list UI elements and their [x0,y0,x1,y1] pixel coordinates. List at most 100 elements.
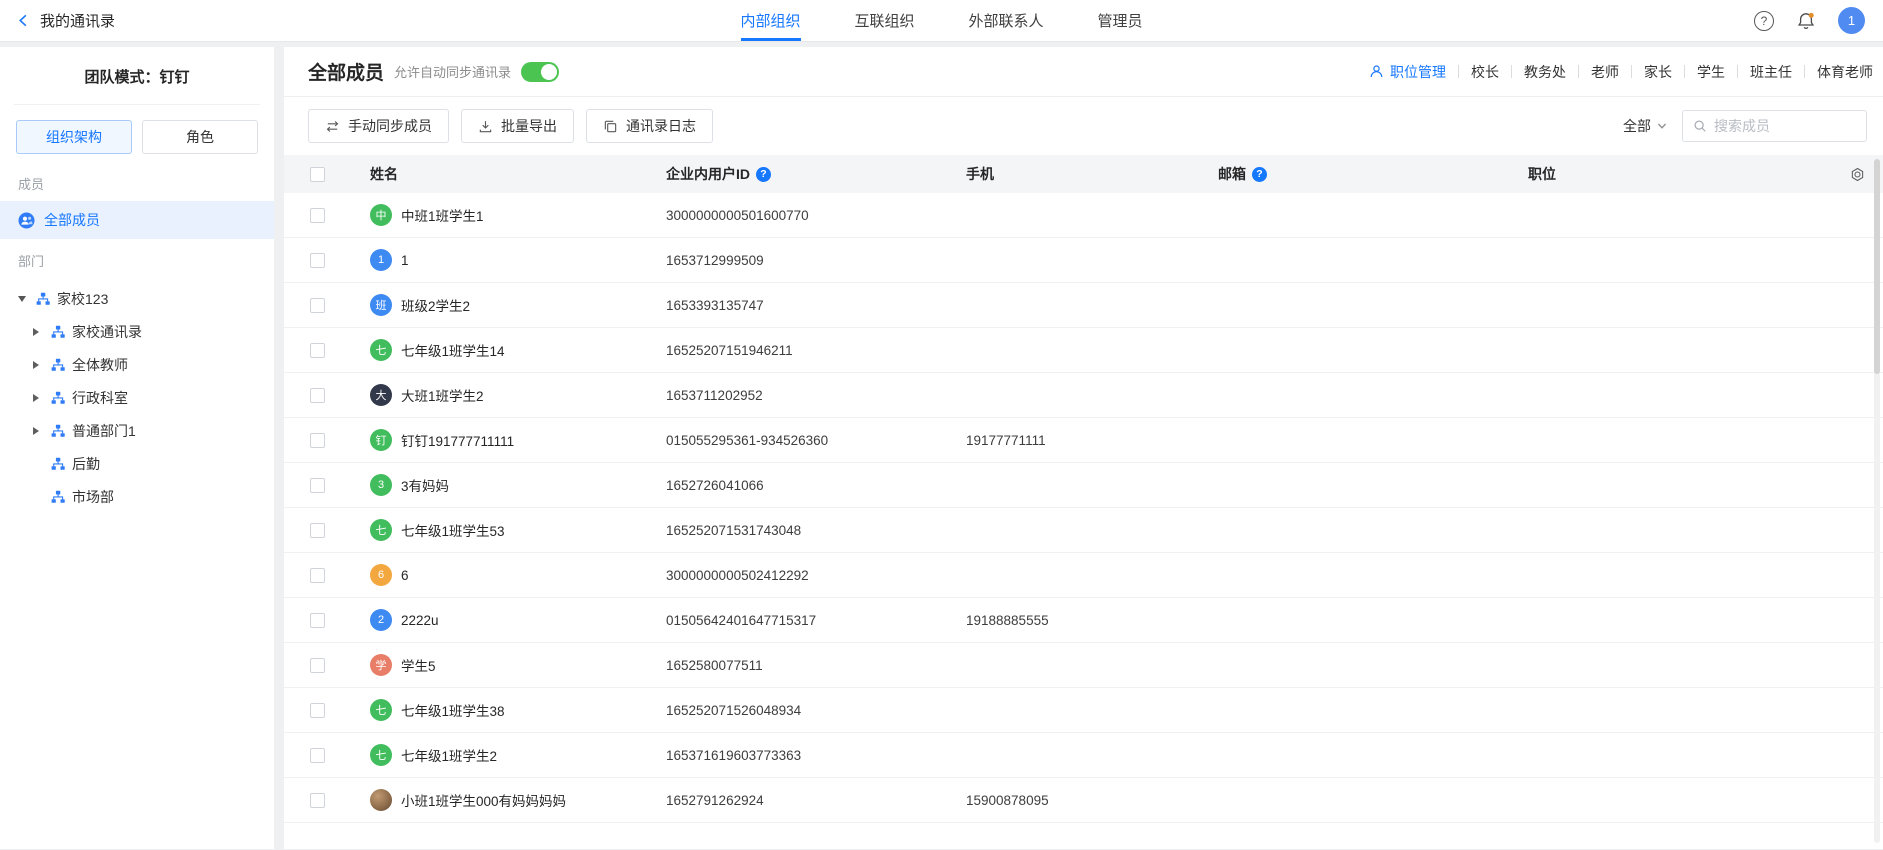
row-checkbox[interactable] [310,613,325,628]
member-row[interactable]: 班班级2学生21653393135747 [284,283,1883,328]
caret-right-icon[interactable] [33,394,48,402]
separator [1578,65,1579,78]
tree-item-6[interactable]: 市场部 [0,480,274,513]
scrollbar-thumb[interactable] [1874,159,1880,374]
role-link-3[interactable]: 家长 [1644,62,1672,82]
member-row[interactable]: 111653712999509 [284,238,1883,283]
member-name[interactable]: 6 [401,568,409,583]
member-row[interactable]: 33有妈妈1652726041066 [284,463,1883,508]
member-row[interactable]: 22222u0150564240164771531719188885555 [284,598,1883,643]
email-help-icon[interactable]: ? [1252,167,1267,182]
userid-help-icon[interactable]: ? [756,167,771,182]
tab-0[interactable]: 内部组织 [740,0,800,41]
member-name[interactable]: 1 [401,253,409,268]
member-row[interactable]: 小班1班学生000有妈妈妈妈165279126292415900878095 [284,778,1883,823]
role-view-button[interactable]: 角色 [142,120,258,154]
members-icon [18,212,35,229]
tree-item-4[interactable]: 普通部门1 [0,414,274,447]
member-row[interactable]: 学学生51652580077511 [284,643,1883,688]
member-name[interactable]: 中班1班学生1 [401,205,484,225]
member-name-cell: 学学生5 [370,654,666,676]
member-name[interactable]: 2222u [401,613,439,628]
toolbar-button-2[interactable]: 通讯录日志 [586,109,713,143]
member-row[interactable]: 663000000000502412292 [284,553,1883,598]
row-checkbox[interactable] [310,523,325,538]
member-name[interactable]: 大班1班学生2 [401,385,484,405]
scope-filter-dropdown[interactable]: 全部 [1623,116,1667,136]
separator [1737,65,1738,78]
role-link-5[interactable]: 班主任 [1750,62,1792,82]
row-checkbox[interactable] [310,253,325,268]
member-row[interactable]: 七七年级1班学生1416525207151946211 [284,328,1883,373]
role-shortcuts: 职位管理 校长 教务处 老师 家长 学生 班主任 体育老师 [1369,62,1873,82]
member-name[interactable]: 七年级1班学生14 [401,340,505,360]
member-name[interactable]: 学生5 [401,655,436,675]
member-row[interactable]: 七七年级1班学生38165252071526048934 [284,688,1883,733]
row-checkbox[interactable] [310,433,325,448]
member-name[interactable]: 钉钉191777711111 [401,430,514,450]
row-checkbox[interactable] [310,658,325,673]
notification-bell-icon[interactable] [1796,11,1816,31]
toolbar-button-label: 手动同步成员 [348,116,432,136]
member-name[interactable]: 小班1班学生000有妈妈妈妈 [401,790,566,810]
caret-right-icon[interactable] [33,328,48,336]
row-check-cell [310,658,370,673]
tree-item-1[interactable]: 家校通讯录 [0,315,274,348]
caret-right-icon[interactable] [33,361,48,369]
row-checkbox[interactable] [310,703,325,718]
caret-right-icon[interactable] [33,427,48,435]
select-all-checkbox[interactable] [310,167,325,182]
tab-3[interactable]: 管理员 [1098,0,1143,41]
row-checkbox[interactable] [310,343,325,358]
tree-item-2[interactable]: 全体教师 [0,348,274,381]
member-row[interactable]: 七七年级1班学生2165371619603773363 [284,733,1883,778]
row-check-cell [310,703,370,718]
member-row[interactable]: 钉钉钉191777711111015055295361-934526360191… [284,418,1883,463]
help-icon[interactable]: ? [1754,11,1774,31]
tree-item-5[interactable]: 后勤 [0,447,274,480]
member-name[interactable]: 七年级1班学生53 [401,520,505,540]
row-checkbox[interactable] [310,793,325,808]
position-manage-link[interactable]: 职位管理 [1369,62,1446,82]
tree-item-label: 行政科室 [72,388,128,408]
member-name[interactable]: 3有妈妈 [401,475,449,495]
member-userid: 015055295361-934526360 [666,433,966,448]
row-checkbox[interactable] [310,478,325,493]
role-link-4[interactable]: 学生 [1697,62,1725,82]
tab-1[interactable]: 互联组织 [854,0,914,41]
user-avatar[interactable]: 1 [1838,7,1865,34]
tab-2[interactable]: 外部联系人 [969,0,1044,41]
member-name[interactable]: 班级2学生2 [401,295,470,315]
row-checkbox[interactable] [310,388,325,403]
team-mode-title: 团队模式：钉钉 [0,47,274,104]
member-row[interactable]: 中中班1班学生13000000000501600770 [284,193,1883,238]
tree-item-0[interactable]: 家校123 [0,282,274,315]
sync-toggle[interactable] [521,62,559,82]
tree-item-3[interactable]: 行政科室 [0,381,274,414]
org-structure-button[interactable]: 组织架构 [16,120,132,154]
role-link-0[interactable]: 校长 [1471,62,1499,82]
back-button[interactable]: 我的通讯录 [0,10,115,31]
row-checkbox[interactable] [310,208,325,223]
toolbar-button-1[interactable]: 批量导出 [461,109,574,143]
row-checkbox[interactable] [310,298,325,313]
row-check-cell [310,793,370,808]
tree-item-label: 后勤 [72,454,100,474]
row-checkbox[interactable] [310,568,325,583]
member-name[interactable]: 七年级1班学生2 [401,745,497,765]
member-row[interactable]: 大大班1班学生21653711202952 [284,373,1883,418]
column-settings-gear-icon[interactable] [1850,167,1865,182]
row-check-cell [310,343,370,358]
member-row[interactable]: 七七年级1班学生53165252071531743048 [284,508,1883,553]
row-checkbox[interactable] [310,748,325,763]
member-name[interactable]: 七年级1班学生38 [401,700,505,720]
role-links: 校长 教务处 老师 家长 学生 班主任 体育老师 [1446,62,1873,82]
role-link-6[interactable]: 体育老师 [1817,62,1873,82]
sidebar-item-all-members[interactable]: 全部成员 [0,201,274,239]
caret-down-icon[interactable] [18,296,33,302]
role-link-1[interactable]: 教务处 [1524,62,1566,82]
scrollbar-track[interactable] [1874,159,1880,843]
role-link-2[interactable]: 老师 [1591,62,1619,82]
search-input[interactable] [1714,118,1856,134]
toolbar-button-0[interactable]: 手动同步成员 [308,109,449,143]
